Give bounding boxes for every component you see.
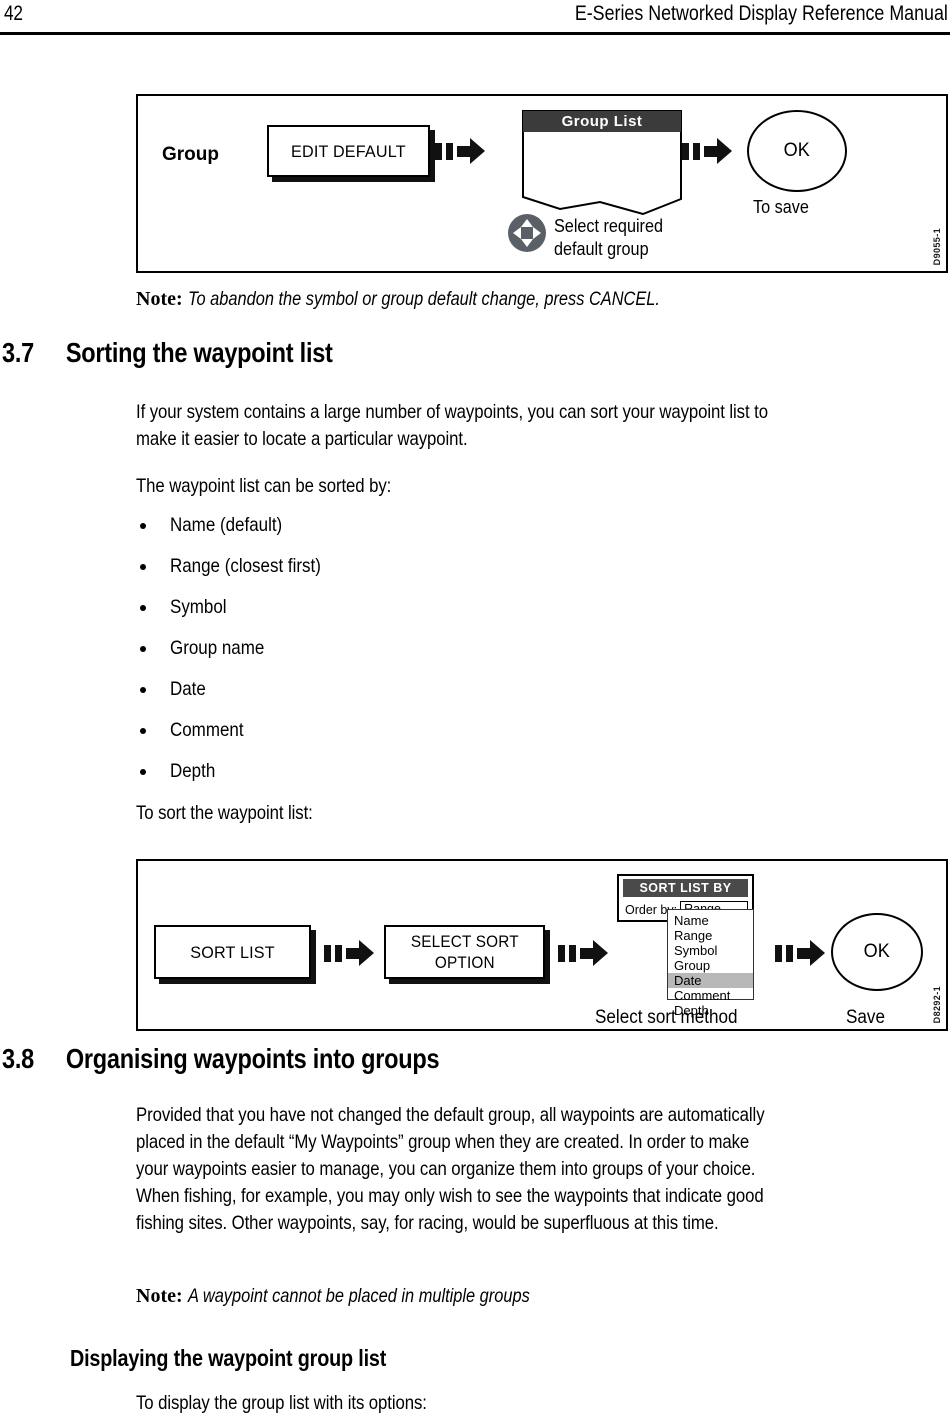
section-3-7-number: 3.7 [2, 337, 34, 368]
group-list-panel: Group List [522, 110, 682, 215]
ok-button-label: OK [863, 941, 891, 962]
dpad-caption-line1: Select required [554, 216, 663, 236]
ok-button[interactable]: OK [831, 913, 923, 991]
section-3-7-title: Sorting the waypoint list [65, 337, 333, 368]
sort-dialog-title: SORT LIST BY [623, 879, 748, 897]
section-3-8-number: 3.8 [2, 1043, 34, 1074]
figure-group-default: Group EDIT DEFAULT Group List Select req… [136, 94, 948, 273]
figure-id: D8292-1 [932, 985, 942, 1023]
softkey-edit-default[interactable]: EDIT DEFAULT [267, 125, 430, 177]
note-text: A waypoint cannot be placed in multiple … [188, 1285, 530, 1307]
dpad-icon[interactable] [508, 214, 546, 252]
section-3-7-heading: 3.7 Sorting the waypoint list [2, 337, 333, 369]
arrow-right-icon [682, 138, 732, 164]
page-number: 42 [4, 2, 23, 25]
document-page: 42 E-Series Networked Display Reference … [0, 0, 950, 1423]
softkey-sort-list-label: SORT LIST [190, 942, 275, 962]
list-item: Name (default) [136, 510, 343, 551]
paragraph-sorted-by: The waypoint list can be sorted by: [136, 475, 392, 497]
menu-item-symbol[interactable]: Symbol [668, 943, 753, 958]
paragraph-groups-line3: your waypoints easier to manage, you can… [136, 1158, 756, 1180]
menu-item-date[interactable]: Date [668, 973, 753, 988]
section-3-8-heading: 3.8 Organising waypoints into groups [2, 1043, 440, 1075]
arrow-right-icon [558, 940, 608, 966]
ok-button[interactable]: OK [747, 110, 847, 192]
dpad-caption-line2: default group [554, 239, 649, 259]
softkey-edit-default-label: EDIT DEFAULT [291, 141, 406, 161]
figure-sort-list: SORT LIST SELECT SORT OPTION SORT LIST B… [136, 859, 948, 1031]
save-caption: Save [846, 1007, 885, 1028]
list-item: Group name [136, 633, 343, 674]
figure-row-label: Group [162, 144, 219, 165]
ok-caption: To save [753, 197, 809, 217]
dpad-caption: Select required default group [554, 215, 675, 261]
menu-item-range[interactable]: Range [668, 928, 753, 943]
arrow-right-icon [775, 940, 825, 966]
note-abandon: Note: To abandon the symbol or group def… [136, 288, 750, 311]
arrow-right-icon [435, 138, 485, 164]
paragraph-groups-line4: When fishing, for example, you may only … [136, 1185, 764, 1207]
sort-options-list: Name (default) Range (closest first) Sym… [136, 510, 343, 797]
page-header: 42 E-Series Networked Display Reference … [0, 0, 950, 36]
paragraph-groups-line1: Provided that you have not changed the d… [136, 1104, 765, 1126]
paragraph-sorting-intro-line1: If your system contains a large number o… [136, 401, 768, 423]
sort-option-menu[interactable]: Name Range Symbol Group Date Comment Dep… [667, 909, 754, 1018]
paragraph-sorting-intro-line2: make it easier to locate a particular wa… [136, 428, 468, 450]
softkey-select-sort-option-label: SELECT SORT OPTION [410, 932, 519, 972]
figure-id: D9055-1 [932, 227, 942, 265]
paragraph-groups-line5: fishing sites. Other waypoints, say, for… [136, 1212, 719, 1234]
paragraph-display-group-list: To display the group list with its optio… [136, 1392, 427, 1414]
list-item: Date [136, 674, 343, 715]
list-item: Depth [136, 756, 343, 797]
list-item: Comment [136, 715, 343, 756]
note-text: To abandon the symbol or group default c… [188, 288, 661, 310]
manual-title: E-Series Networked Display Reference Man… [574, 2, 948, 25]
arrow-right-icon [324, 940, 374, 966]
section-3-8-title: Organising waypoints into groups [65, 1043, 440, 1074]
group-list-title: Group List [523, 111, 681, 132]
note-label: Note: [136, 288, 183, 310]
menu-item-name[interactable]: Name [668, 913, 753, 928]
ok-button-label: OK [783, 140, 811, 161]
menu-item-group[interactable]: Group [668, 958, 753, 973]
sort-method-caption: Select sort method [595, 1007, 738, 1028]
softkey-sort-list[interactable]: SORT LIST [154, 925, 311, 979]
note-label: Note: [136, 1285, 183, 1307]
note-multiple-groups: Note: A waypoint cannot be placed in mul… [136, 1285, 595, 1308]
header-rule [0, 32, 950, 35]
paragraph-to-sort: To sort the waypoint list: [136, 802, 313, 824]
menu-item-comment[interactable]: Comment [668, 988, 753, 1003]
softkey-select-sort-option[interactable]: SELECT SORT OPTION [384, 925, 545, 979]
list-item: Symbol [136, 592, 343, 633]
paragraph-groups-line2: placed in the default “My Waypoints” gro… [136, 1131, 750, 1153]
list-item: Range (closest first) [136, 551, 343, 592]
subsection-displaying-group-list: Displaying the waypoint group list [70, 1345, 387, 1371]
